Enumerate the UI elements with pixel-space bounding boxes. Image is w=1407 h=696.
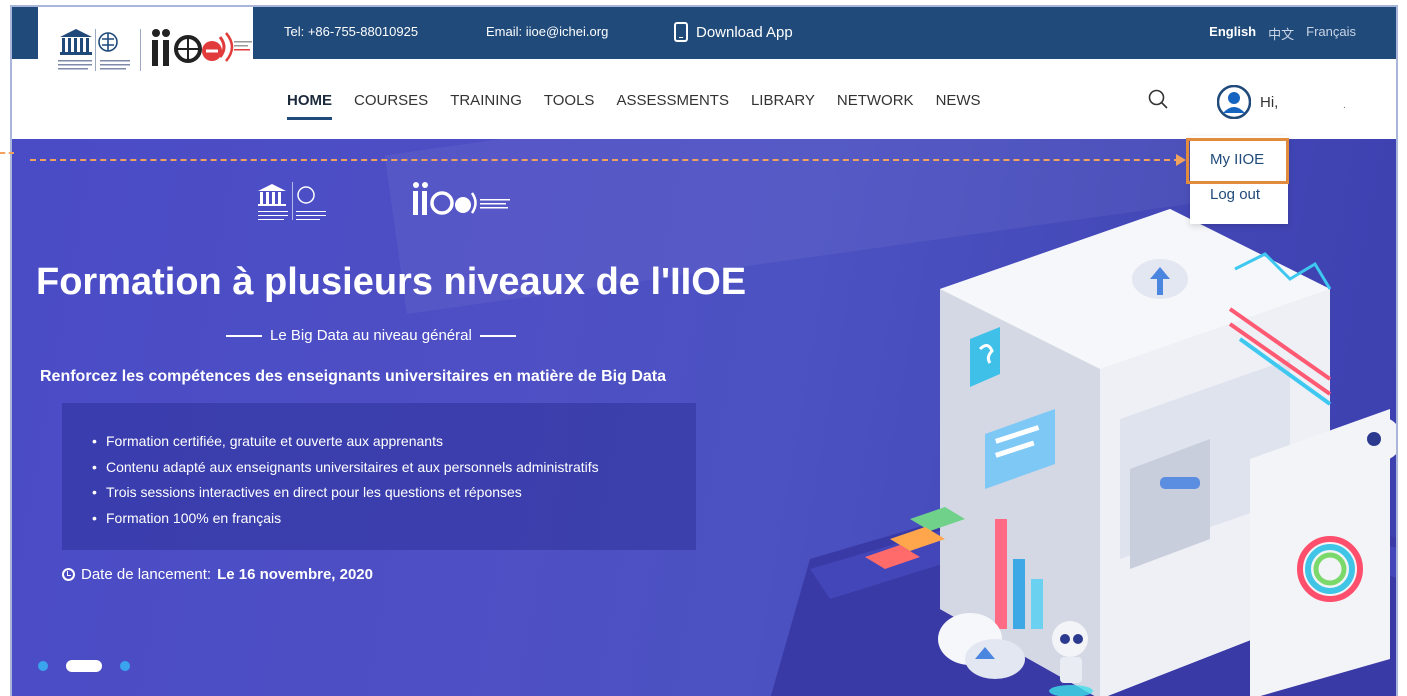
launch-date-value: Le 16 novembre, 2020: [217, 566, 373, 583]
nav-item-tools[interactable]: TOOLS: [544, 92, 595, 109]
nav-item-home[interactable]: HOME: [287, 92, 332, 120]
carousel-dot-2[interactable]: [66, 660, 102, 672]
feature-item: Contenu adapté aux enseignants universit…: [92, 455, 696, 481]
annotation-arrow-head-icon: [1176, 154, 1186, 166]
hero-banner[interactable]: Formation à plusieurs niveaux de l'IIOE …: [12, 139, 1396, 696]
nav-item-network[interactable]: NETWORK: [837, 92, 914, 109]
nav-item-news[interactable]: NEWS: [936, 92, 981, 109]
nav-item-training[interactable]: TRAINING: [450, 92, 522, 109]
lang-french[interactable]: Français: [1306, 24, 1356, 43]
annotation-arrow-tail: [0, 152, 14, 154]
iioe-logo-icon: [58, 29, 252, 71]
subtitle-line-left: [226, 334, 262, 337]
feature-list: Formation certifiée, gratuite et ouverte…: [62, 403, 696, 531]
phone-icon: [674, 22, 688, 42]
email-address[interactable]: Email: iioe@ichei.org: [486, 24, 608, 39]
phone-number: Tel: +86-755-88010925: [284, 24, 419, 39]
user-greeting-suffix: .: [1343, 100, 1346, 111]
site-logo[interactable]: [38, 7, 253, 102]
hero-subtitle: Le Big Data au niveau général: [226, 327, 516, 344]
lang-english[interactable]: English: [1209, 24, 1256, 43]
subtitle-line-right: [479, 334, 516, 337]
browser-frame: Tel: +86-755-88010925 Email: iioe@ichei.…: [10, 5, 1398, 696]
language-switcher: English 中文 Français: [1209, 24, 1356, 43]
feature-panel: Formation certifiée, gratuite et ouverte…: [62, 403, 696, 550]
launch-label: Date de lancement:: [81, 566, 212, 583]
carousel-dot-3[interactable]: [120, 661, 130, 671]
main-nav: HOME COURSES TRAINING TOOLS ASSESSMENTS …: [287, 92, 981, 120]
search-icon[interactable]: [1148, 89, 1168, 109]
hero-subtitle-text: Le Big Data au niveau général: [270, 327, 472, 344]
big-data-illustration-icon: [770, 209, 1396, 696]
avatar-icon[interactable]: [1217, 85, 1251, 119]
user-greeting[interactable]: Hi,: [1260, 94, 1278, 111]
annotation-arrow-line: [30, 159, 1180, 161]
hero-logos-icon: [258, 182, 510, 220]
nav-item-assessments[interactable]: ASSESSMENTS: [616, 92, 729, 109]
hero-title: Formation à plusieurs niveaux de l'IIOE: [36, 261, 747, 303]
highlight-box: [1186, 138, 1289, 184]
launch-date: Date de lancement: Le 16 novembre, 2020: [62, 566, 373, 583]
hero-lead: Renforcez les compétences des enseignant…: [40, 368, 667, 385]
menu-item-log-out[interactable]: Log out: [1210, 186, 1260, 203]
download-app-label: Download App: [696, 23, 793, 41]
carousel-dot-1[interactable]: [38, 661, 48, 671]
feature-item: Trois sessions interactives en direct po…: [92, 480, 696, 506]
download-app-link[interactable]: Download App: [674, 22, 793, 42]
lang-chinese[interactable]: 中文: [1268, 24, 1294, 43]
nav-item-courses[interactable]: COURSES: [354, 92, 428, 109]
feature-item: Formation certifiée, gratuite et ouverte…: [92, 429, 696, 455]
carousel-dots: [38, 660, 130, 672]
feature-item: Formation 100% en français: [92, 506, 696, 532]
nav-item-library[interactable]: LIBRARY: [751, 92, 815, 109]
clock-icon: [62, 568, 75, 581]
